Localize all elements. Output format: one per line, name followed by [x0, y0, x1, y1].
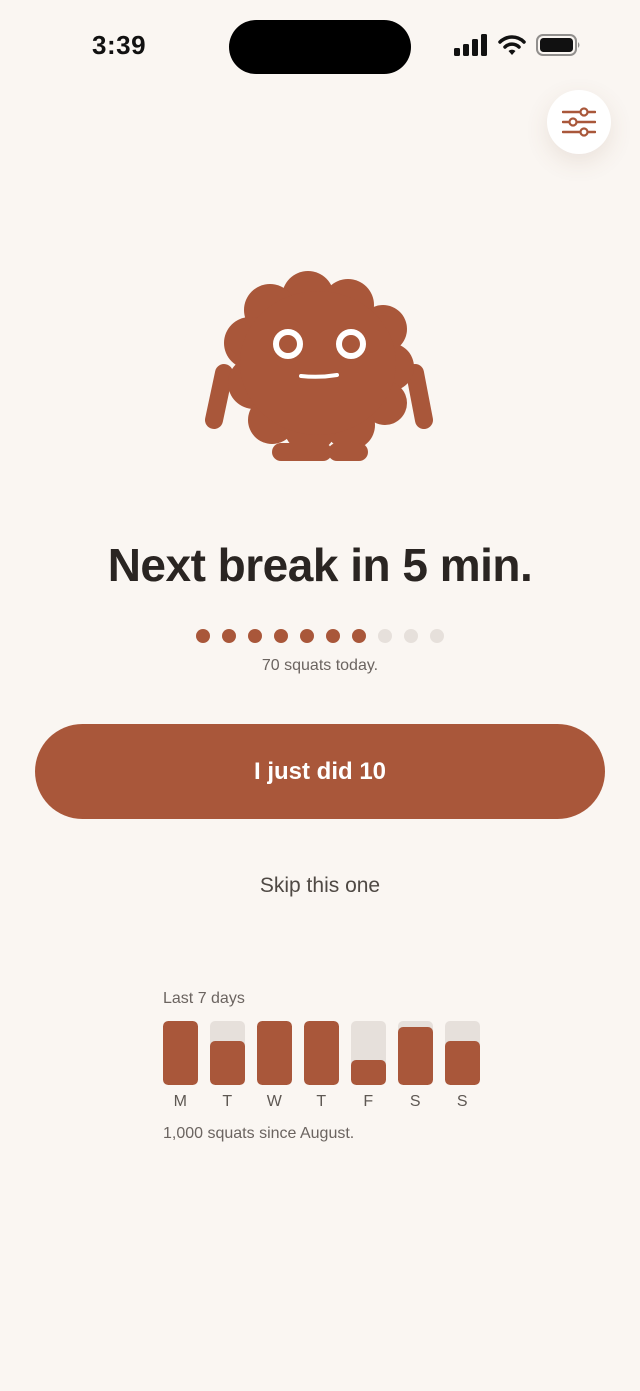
status-time: 3:39: [92, 30, 147, 60]
day-bar: [210, 1040, 245, 1085]
progress-dot-empty: [378, 629, 392, 643]
week-day-col: M: [163, 1021, 198, 1111]
week-day-col: S: [398, 1021, 433, 1111]
day-label: S: [456, 1093, 469, 1110]
settings-button[interactable]: [547, 90, 611, 154]
day-label: F: [363, 1093, 374, 1110]
progress-dots: [0, 629, 640, 643]
skip-button[interactable]: Skip this one: [0, 874, 640, 898]
progress-dot-filled: [274, 629, 288, 643]
mascot-illustration: [205, 271, 433, 461]
wifi-icon: [498, 35, 526, 55]
day-label: T: [222, 1093, 233, 1110]
day-bar: [351, 1060, 386, 1085]
progress-dot-filled: [300, 629, 314, 643]
day-label: W: [266, 1093, 283, 1110]
day-label: T: [316, 1093, 327, 1110]
week-day-col: W: [257, 1021, 292, 1111]
progress-dot-filled: [222, 629, 236, 643]
next-break-headline: Next break in 5 min.: [107, 539, 533, 591]
progress-dot-empty: [404, 629, 418, 643]
week-day-col: F: [351, 1021, 386, 1111]
log-squats-button[interactable]: I just did 10: [35, 724, 605, 819]
day-bar-track: [351, 1021, 386, 1085]
dynamic-island: [229, 20, 411, 74]
day-bar-track: [163, 1021, 198, 1085]
progress-dot-filled: [196, 629, 210, 643]
status-icons: [454, 34, 582, 56]
day-bar: [304, 1021, 339, 1085]
progress-dot-empty: [430, 629, 444, 643]
progress-dot-filled: [248, 629, 262, 643]
battery-icon: [536, 34, 580, 56]
progress-dot-filled: [326, 629, 340, 643]
week-chart: M T W T F S S: [163, 1021, 480, 1111]
cellular-signal-icon: [454, 34, 487, 56]
total-summary: 1,000 squats since August.: [163, 1125, 355, 1142]
week-day-col: T: [210, 1021, 245, 1111]
day-label: M: [173, 1093, 188, 1110]
day-bar: [257, 1021, 292, 1085]
day-bar-track: [210, 1021, 245, 1085]
week-chart-title: Last 7 days: [163, 990, 245, 1007]
today-count: 70 squats today.: [261, 657, 379, 674]
day-bar-track: [398, 1021, 433, 1085]
day-label: S: [409, 1093, 422, 1110]
day-bar: [398, 1026, 433, 1085]
day-bar-track: [445, 1021, 480, 1085]
day-bar: [163, 1021, 198, 1085]
week-day-col: T: [304, 1021, 339, 1111]
day-bar-track: [304, 1021, 339, 1085]
day-bar-track: [257, 1021, 292, 1085]
progress-dot-filled: [352, 629, 366, 643]
week-day-col: S: [445, 1021, 480, 1111]
day-bar: [445, 1040, 480, 1085]
sliders-icon: [562, 107, 596, 137]
